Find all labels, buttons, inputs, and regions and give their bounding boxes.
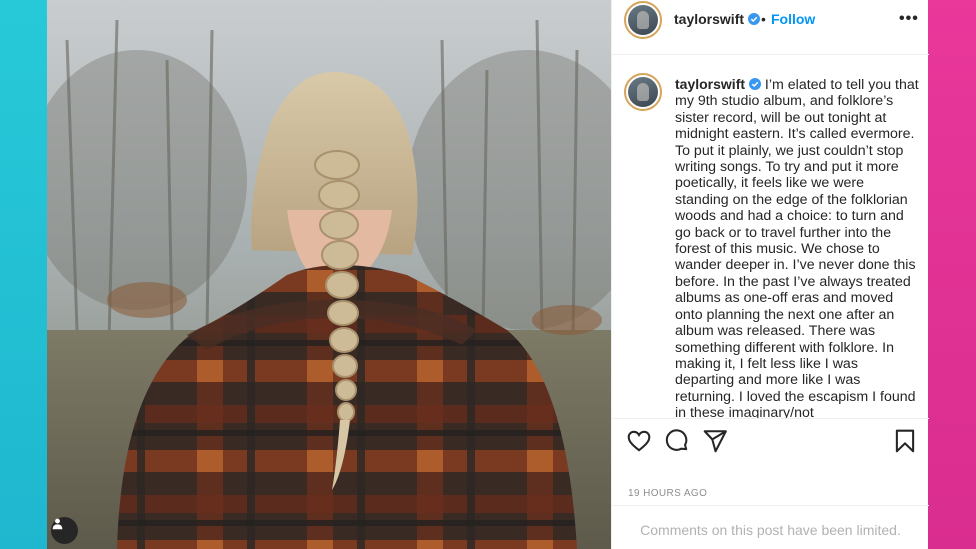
save-icon[interactable]: [892, 428, 918, 454]
post-photo-illustration: [47, 0, 611, 549]
post-caption: taylorswift I’m elated to tell you that …: [675, 76, 920, 418]
post-header: taylorswift • Follow •••: [612, 0, 929, 40]
header-separator: •: [761, 11, 766, 27]
header-divider: [612, 54, 929, 55]
comment-icon[interactable]: [664, 428, 690, 454]
comments-divider: [612, 505, 929, 506]
like-icon[interactable]: [626, 428, 652, 454]
more-options-icon[interactable]: •••: [899, 10, 919, 28]
comments-limited-notice: Comments on this post have been limited.: [640, 522, 901, 538]
caption-username[interactable]: taylorswift: [675, 76, 745, 92]
post-side-panel: taylorswift • Follow ••• taylorswift I’m…: [611, 0, 929, 549]
tagged-user-icon[interactable]: [51, 517, 78, 544]
actions-divider: [612, 418, 929, 419]
post-image[interactable]: [47, 0, 611, 549]
post-timestamp[interactable]: 19 HOURS AGO: [628, 488, 707, 499]
verified-badge-icon: [748, 13, 761, 25]
header-username[interactable]: taylorswift: [674, 11, 744, 27]
post-actions: [612, 426, 929, 458]
share-icon[interactable]: [702, 428, 728, 454]
left-background-band: [0, 0, 47, 549]
follow-button[interactable]: Follow: [771, 11, 815, 27]
profile-avatar[interactable]: [624, 1, 662, 39]
caption-text: I’m elated to tell you that my 9th studi…: [675, 77, 919, 418]
right-background-band: [928, 0, 976, 549]
caption-avatar[interactable]: [624, 73, 662, 111]
verified-badge-icon: [748, 78, 761, 90]
